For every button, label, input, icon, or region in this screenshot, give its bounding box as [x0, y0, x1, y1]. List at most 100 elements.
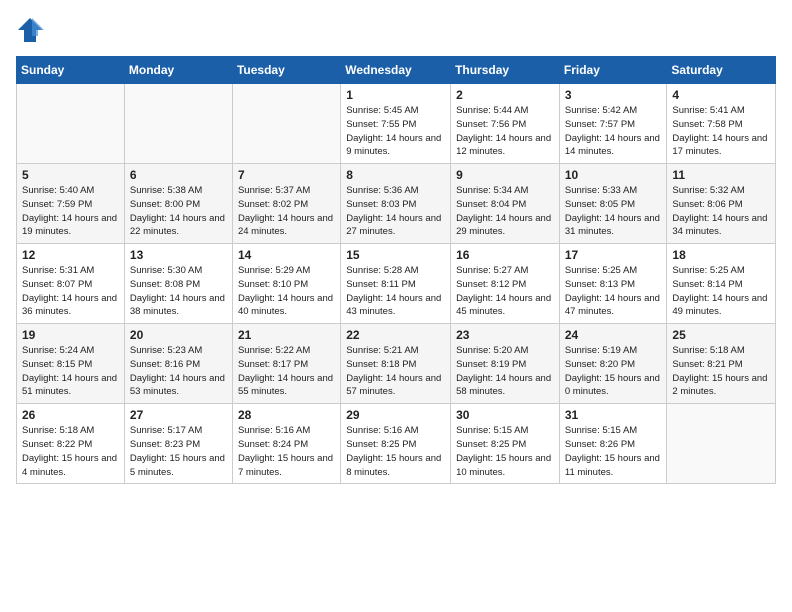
weekday-header-sunday: Sunday [17, 57, 125, 84]
day-number: 26 [22, 408, 119, 422]
calendar-cell: 28 Sunrise: 5:16 AM Sunset: 8:24 PM Dayli… [232, 404, 340, 484]
calendar-cell: 21 Sunrise: 5:22 AM Sunset: 8:17 PM Dayli… [232, 324, 340, 404]
calendar-cell [667, 404, 776, 484]
day-info: Sunrise: 5:23 AM Sunset: 8:16 PM Dayligh… [130, 344, 227, 399]
day-number: 4 [672, 88, 770, 102]
day-info: Sunrise: 5:25 AM Sunset: 8:14 PM Dayligh… [672, 264, 770, 319]
day-info: Sunrise: 5:27 AM Sunset: 8:12 PM Dayligh… [456, 264, 554, 319]
calendar-cell: 9 Sunrise: 5:34 AM Sunset: 8:04 PM Daylig… [451, 164, 560, 244]
calendar-cell: 7 Sunrise: 5:37 AM Sunset: 8:02 PM Daylig… [232, 164, 340, 244]
calendar-cell: 10 Sunrise: 5:33 AM Sunset: 8:05 PM Dayli… [559, 164, 667, 244]
calendar-cell: 17 Sunrise: 5:25 AM Sunset: 8:13 PM Dayli… [559, 244, 667, 324]
calendar-cell: 11Sunrise: 5:32 AM Sunset: 8:06 PM Dayli… [667, 164, 776, 244]
day-number: 2 [456, 88, 554, 102]
calendar-week-5: 26 Sunrise: 5:18 AM Sunset: 8:22 PM Dayli… [17, 404, 776, 484]
calendar-week-3: 12Sunrise: 5:31 AM Sunset: 8:07 PM Dayli… [17, 244, 776, 324]
day-info: Sunrise: 5:32 AM Sunset: 8:06 PM Dayligh… [672, 184, 770, 239]
calendar-cell: 29 Sunrise: 5:16 AM Sunset: 8:25 PM Dayli… [341, 404, 451, 484]
weekday-header-tuesday: Tuesday [232, 57, 340, 84]
day-number: 29 [346, 408, 445, 422]
day-info: Sunrise: 5:36 AM Sunset: 8:03 PM Dayligh… [346, 184, 445, 239]
day-info: Sunrise: 5:33 AM Sunset: 8:05 PM Dayligh… [565, 184, 662, 239]
weekday-header-thursday: Thursday [451, 57, 560, 84]
logo [16, 16, 48, 44]
calendar-cell: 5Sunrise: 5:40 AM Sunset: 7:59 PM Daylig… [17, 164, 125, 244]
day-number: 23 [456, 328, 554, 342]
day-info: Sunrise: 5:17 AM Sunset: 8:23 PM Dayligh… [130, 424, 227, 479]
calendar-cell: 2 Sunrise: 5:44 AM Sunset: 7:56 PM Daylig… [451, 84, 560, 164]
day-number: 30 [456, 408, 554, 422]
day-info: Sunrise: 5:42 AM Sunset: 7:57 PM Dayligh… [565, 104, 662, 159]
day-number: 1 [346, 88, 445, 102]
day-number: 6 [130, 168, 227, 182]
calendar-week-4: 19 Sunrise: 5:24 AM Sunset: 8:15 PM Dayli… [17, 324, 776, 404]
day-number: 18 [672, 248, 770, 262]
day-number: 20 [130, 328, 227, 342]
day-number: 28 [238, 408, 335, 422]
calendar-cell: 1 Sunrise: 5:45 AM Sunset: 7:55 PM Daylig… [341, 84, 451, 164]
day-info: Sunrise: 5:28 AM Sunset: 8:11 PM Dayligh… [346, 264, 445, 319]
calendar-cell: 27 Sunrise: 5:17 AM Sunset: 8:23 PM Dayli… [124, 404, 232, 484]
calendar-cell [232, 84, 340, 164]
calendar-week-2: 5Sunrise: 5:40 AM Sunset: 7:59 PM Daylig… [17, 164, 776, 244]
day-info: Sunrise: 5:44 AM Sunset: 7:56 PM Dayligh… [456, 104, 554, 159]
day-info: Sunrise: 5:37 AM Sunset: 8:02 PM Dayligh… [238, 184, 335, 239]
day-number: 13 [130, 248, 227, 262]
day-number: 21 [238, 328, 335, 342]
calendar-cell: 22Sunrise: 5:21 AM Sunset: 8:18 PM Dayli… [341, 324, 451, 404]
day-info: Sunrise: 5:22 AM Sunset: 8:17 PM Dayligh… [238, 344, 335, 399]
day-number: 17 [565, 248, 662, 262]
weekday-header-saturday: Saturday [667, 57, 776, 84]
calendar-table: SundayMondayTuesdayWednesdayThursdayFrid… [16, 56, 776, 484]
day-info: Sunrise: 5:29 AM Sunset: 8:10 PM Dayligh… [238, 264, 335, 319]
logo-icon [16, 16, 44, 44]
day-info: Sunrise: 5:15 AM Sunset: 8:25 PM Dayligh… [456, 424, 554, 479]
day-number: 15 [346, 248, 445, 262]
day-info: Sunrise: 5:16 AM Sunset: 8:25 PM Dayligh… [346, 424, 445, 479]
day-info: Sunrise: 5:38 AM Sunset: 8:00 PM Dayligh… [130, 184, 227, 239]
day-number: 27 [130, 408, 227, 422]
day-info: Sunrise: 5:18 AM Sunset: 8:22 PM Dayligh… [22, 424, 119, 479]
page-header [16, 16, 776, 44]
calendar-week-1: 1 Sunrise: 5:45 AM Sunset: 7:55 PM Daylig… [17, 84, 776, 164]
calendar-cell: 25 Sunrise: 5:18 AM Sunset: 8:21 PM Dayli… [667, 324, 776, 404]
day-info: Sunrise: 5:25 AM Sunset: 8:13 PM Dayligh… [565, 264, 662, 319]
weekday-header-monday: Monday [124, 57, 232, 84]
day-info: Sunrise: 5:41 AM Sunset: 7:58 PM Dayligh… [672, 104, 770, 159]
day-number: 31 [565, 408, 662, 422]
day-number: 7 [238, 168, 335, 182]
day-info: Sunrise: 5:30 AM Sunset: 8:08 PM Dayligh… [130, 264, 227, 319]
day-number: 22 [346, 328, 445, 342]
calendar-cell: 24 Sunrise: 5:19 AM Sunset: 8:20 PM Dayli… [559, 324, 667, 404]
day-number: 5 [22, 168, 119, 182]
calendar-cell: 30 Sunrise: 5:15 AM Sunset: 8:25 PM Dayli… [451, 404, 560, 484]
day-info: Sunrise: 5:45 AM Sunset: 7:55 PM Dayligh… [346, 104, 445, 159]
day-info: Sunrise: 5:20 AM Sunset: 8:19 PM Dayligh… [456, 344, 554, 399]
calendar-cell: 8Sunrise: 5:36 AM Sunset: 8:03 PM Daylig… [341, 164, 451, 244]
day-info: Sunrise: 5:19 AM Sunset: 8:20 PM Dayligh… [565, 344, 662, 399]
calendar-cell: 3 Sunrise: 5:42 AM Sunset: 7:57 PM Daylig… [559, 84, 667, 164]
calendar-cell [17, 84, 125, 164]
calendar-cell: 16 Sunrise: 5:27 AM Sunset: 8:12 PM Dayli… [451, 244, 560, 324]
calendar-cell: 4 Sunrise: 5:41 AM Sunset: 7:58 PM Daylig… [667, 84, 776, 164]
calendar-cell: 26 Sunrise: 5:18 AM Sunset: 8:22 PM Dayli… [17, 404, 125, 484]
calendar-cell: 12Sunrise: 5:31 AM Sunset: 8:07 PM Dayli… [17, 244, 125, 324]
day-number: 10 [565, 168, 662, 182]
day-number: 19 [22, 328, 119, 342]
day-info: Sunrise: 5:24 AM Sunset: 8:15 PM Dayligh… [22, 344, 119, 399]
day-number: 16 [456, 248, 554, 262]
calendar-cell: 13 Sunrise: 5:30 AM Sunset: 8:08 PM Dayli… [124, 244, 232, 324]
calendar-cell: 19 Sunrise: 5:24 AM Sunset: 8:15 PM Dayli… [17, 324, 125, 404]
day-info: Sunrise: 5:15 AM Sunset: 8:26 PM Dayligh… [565, 424, 662, 479]
day-number: 24 [565, 328, 662, 342]
calendar-cell: 31 Sunrise: 5:15 AM Sunset: 8:26 PM Dayli… [559, 404, 667, 484]
calendar-cell: 6 Sunrise: 5:38 AM Sunset: 8:00 PM Daylig… [124, 164, 232, 244]
day-info: Sunrise: 5:16 AM Sunset: 8:24 PM Dayligh… [238, 424, 335, 479]
day-number: 25 [672, 328, 770, 342]
day-number: 14 [238, 248, 335, 262]
day-number: 3 [565, 88, 662, 102]
calendar-cell: 20 Sunrise: 5:23 AM Sunset: 8:16 PM Dayli… [124, 324, 232, 404]
day-number: 9 [456, 168, 554, 182]
day-info: Sunrise: 5:18 AM Sunset: 8:21 PM Dayligh… [672, 344, 770, 399]
day-info: Sunrise: 5:34 AM Sunset: 8:04 PM Dayligh… [456, 184, 554, 239]
